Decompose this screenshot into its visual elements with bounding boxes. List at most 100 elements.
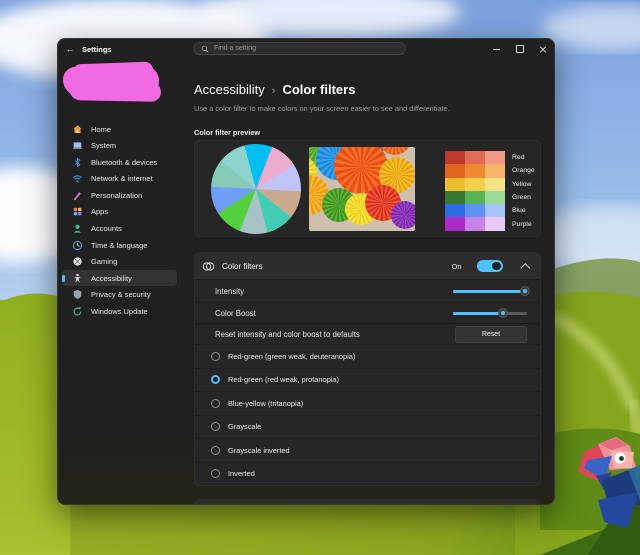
color-boost-slider-handle[interactable] [498, 308, 508, 318]
color-boost-slider-fill [453, 312, 503, 315]
pie-chart-preview [211, 144, 301, 234]
swatch-row: Purple [445, 217, 535, 230]
sidebar-item-apps[interactable]: Apps [62, 204, 177, 220]
intensity-label: Intensity [215, 287, 244, 296]
sidebar-item-time-language[interactable]: Time & language [62, 237, 177, 253]
home-icon [72, 124, 83, 135]
breadcrumb: Accessibility › Color filters [194, 82, 355, 97]
sidebar-item-accessibility[interactable]: Accessibility [62, 270, 177, 286]
close-button[interactable] [531, 39, 554, 59]
sidebar-item-label: Accessibility [91, 274, 132, 283]
color-filters-state-label: On [452, 262, 462, 271]
color-filters-header-row[interactable]: Color filters On [195, 253, 540, 279]
radio-option-inverted[interactable]: Inverted [195, 462, 540, 486]
radio-option-label: Red-green (red weak, protanopia) [228, 375, 339, 384]
sidebar-item-network-internet[interactable]: Network & internet [62, 171, 177, 187]
pinwheel-rosette [391, 201, 415, 229]
color-boost-label: Color Boost [215, 309, 256, 318]
account-redaction-scribble [63, 63, 165, 103]
search-placeholder: Find a setting [214, 45, 256, 52]
swatch-cell [445, 164, 465, 177]
color-boost-slider[interactable] [453, 308, 527, 318]
bluetooth-icon [72, 157, 83, 168]
sidebar-item-label: System [91, 141, 116, 150]
personalization-icon [72, 190, 83, 201]
color-filters-icon [202, 260, 215, 273]
reset-row: Reset intensity and color boost to defau… [195, 323, 540, 344]
sidebar-item-label: Home [91, 125, 111, 134]
swatch-cell [445, 191, 465, 204]
swatch-label: Red [512, 154, 524, 161]
apps-icon [72, 206, 83, 217]
sidebar-item-gaming[interactable]: Gaming [62, 254, 177, 270]
radio-option-label: Inverted [228, 469, 255, 478]
swatch-cell [465, 191, 485, 204]
sidebar-item-label: Personalization [91, 191, 142, 200]
breadcrumb-accessibility[interactable]: Accessibility [194, 82, 265, 97]
keyboard-shortcut-texts: Keyboard shortcut for color filters Pres… [223, 503, 474, 505]
sidebar-item-home[interactable]: Home [62, 121, 177, 137]
radio-option-deuteranopia[interactable]: Red-green (green weak, deuteranopia) [195, 344, 540, 368]
sidebar-item-personalization[interactable]: Personalization [62, 187, 177, 203]
maximize-icon [516, 45, 524, 53]
swatch-label: Purple [512, 221, 532, 228]
minimize-button[interactable] [485, 39, 508, 59]
swatch-cell [465, 217, 485, 230]
radio-icon [211, 375, 220, 384]
sidebar-item-bluetooth-devices[interactable]: Bluetooth & devices [62, 154, 177, 170]
sidebar-item-label: Accounts [91, 224, 122, 233]
system-icon [72, 140, 83, 151]
color-filters-expander: Color filters On Intensity Color Boost [194, 252, 541, 486]
radio-icon [211, 352, 220, 361]
caption-buttons [485, 39, 554, 59]
color-filters-toggle[interactable] [477, 260, 503, 273]
time-language-icon [72, 240, 83, 251]
back-button[interactable]: ← [58, 39, 82, 59]
reset-label: Reset intensity and color boost to defau… [215, 330, 360, 339]
radio-option-label: Grayscale inverted [228, 446, 290, 455]
close-icon [539, 45, 547, 53]
radio-option-grayscale[interactable]: Grayscale [195, 415, 540, 439]
sidebar-item-label: Network & internet [91, 174, 153, 183]
radio-option-label: Blue-yellow (tritanopia) [228, 399, 303, 408]
swatch-cell [445, 217, 465, 230]
radio-option-protanopia[interactable]: Red-green (red weak, protanopia) [195, 368, 540, 392]
search-icon [201, 45, 209, 53]
keyboard-shortcut-card: Keyboard shortcut for color filters Pres… [194, 499, 541, 505]
settings-window: ← Settings Find a setting Home [57, 38, 555, 505]
swatch-label: Green [512, 194, 531, 201]
reset-button[interactable]: Reset [455, 326, 527, 343]
swatch-cell [485, 151, 505, 164]
swatch-cell [445, 178, 465, 191]
intensity-slider[interactable] [453, 286, 527, 296]
shield-icon [72, 289, 83, 300]
back-icon: ← [66, 44, 75, 54]
preview-section-label: Color filter preview [194, 128, 260, 137]
maximize-button[interactable] [508, 39, 531, 59]
sidebar: Home System Bluetooth & devices Network … [58, 59, 181, 504]
sidebar-item-accounts[interactable]: Accounts [62, 221, 177, 237]
intensity-slider-handle[interactable] [520, 286, 530, 296]
page-description: Use a color filter to make colors on you… [194, 104, 450, 113]
color-swatch-grid: RedOrangeYellowGreenBluePurple [445, 151, 535, 231]
pinwheel-photo-preview [309, 147, 415, 231]
sidebar-item-windows-update[interactable]: Windows Update [62, 304, 177, 320]
swatch-row: Yellow [445, 178, 535, 191]
swatch-cell [485, 164, 505, 177]
color-boost-row: Color Boost [195, 302, 540, 323]
swatch-label: Yellow [512, 181, 531, 188]
search-input[interactable]: Find a setting [193, 42, 406, 55]
sidebar-item-privacy-security[interactable]: Privacy & security [62, 287, 177, 303]
windows-update-icon [72, 306, 83, 317]
sidebar-item-system[interactable]: System [62, 138, 177, 154]
radio-option-grayscale-inverted[interactable]: Grayscale inverted [195, 438, 540, 462]
sidebar-item-label: Time & language [91, 241, 147, 250]
swatch-cell [465, 151, 485, 164]
gaming-icon [72, 256, 83, 267]
swatch-cell [445, 204, 465, 217]
radio-option-tritanopia[interactable]: Blue-yellow (tritanopia) [195, 391, 540, 415]
minimize-icon [493, 49, 500, 50]
swatch-cell [485, 178, 505, 191]
radio-icon [211, 422, 220, 431]
swatch-label: Orange [512, 167, 535, 174]
